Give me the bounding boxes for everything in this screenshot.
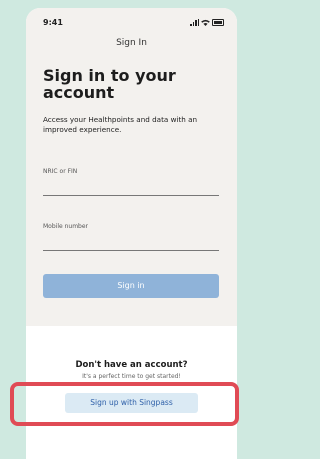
highlight-box bbox=[10, 382, 239, 426]
wifi-icon bbox=[201, 19, 210, 26]
nric-label: NRIC or FIN bbox=[43, 168, 78, 175]
no-account-subtitle: It's a perfect time to get started! bbox=[82, 373, 181, 380]
status-icons bbox=[190, 17, 224, 27]
mobile-label: Mobile number bbox=[43, 223, 89, 230]
nav-title: Sign In bbox=[116, 38, 147, 48]
no-account-title: Don't have an account? bbox=[75, 360, 188, 370]
nric-field[interactable] bbox=[43, 180, 219, 194]
mobile-underline bbox=[43, 250, 219, 251]
sign-in-button[interactable]: Sign in bbox=[43, 274, 219, 298]
nric-underline bbox=[43, 195, 219, 196]
signal-icon bbox=[190, 18, 199, 26]
battery-icon bbox=[212, 18, 224, 26]
page-subtitle: Access your Healthpoints and data with a… bbox=[43, 115, 198, 134]
sign-in-panel: 9:41 Sign In Sign in to your account Acc… bbox=[26, 8, 237, 326]
status-time: 9:41 bbox=[43, 18, 63, 27]
mobile-field[interactable] bbox=[43, 235, 219, 249]
page-title: Sign in to your account bbox=[43, 66, 176, 102]
